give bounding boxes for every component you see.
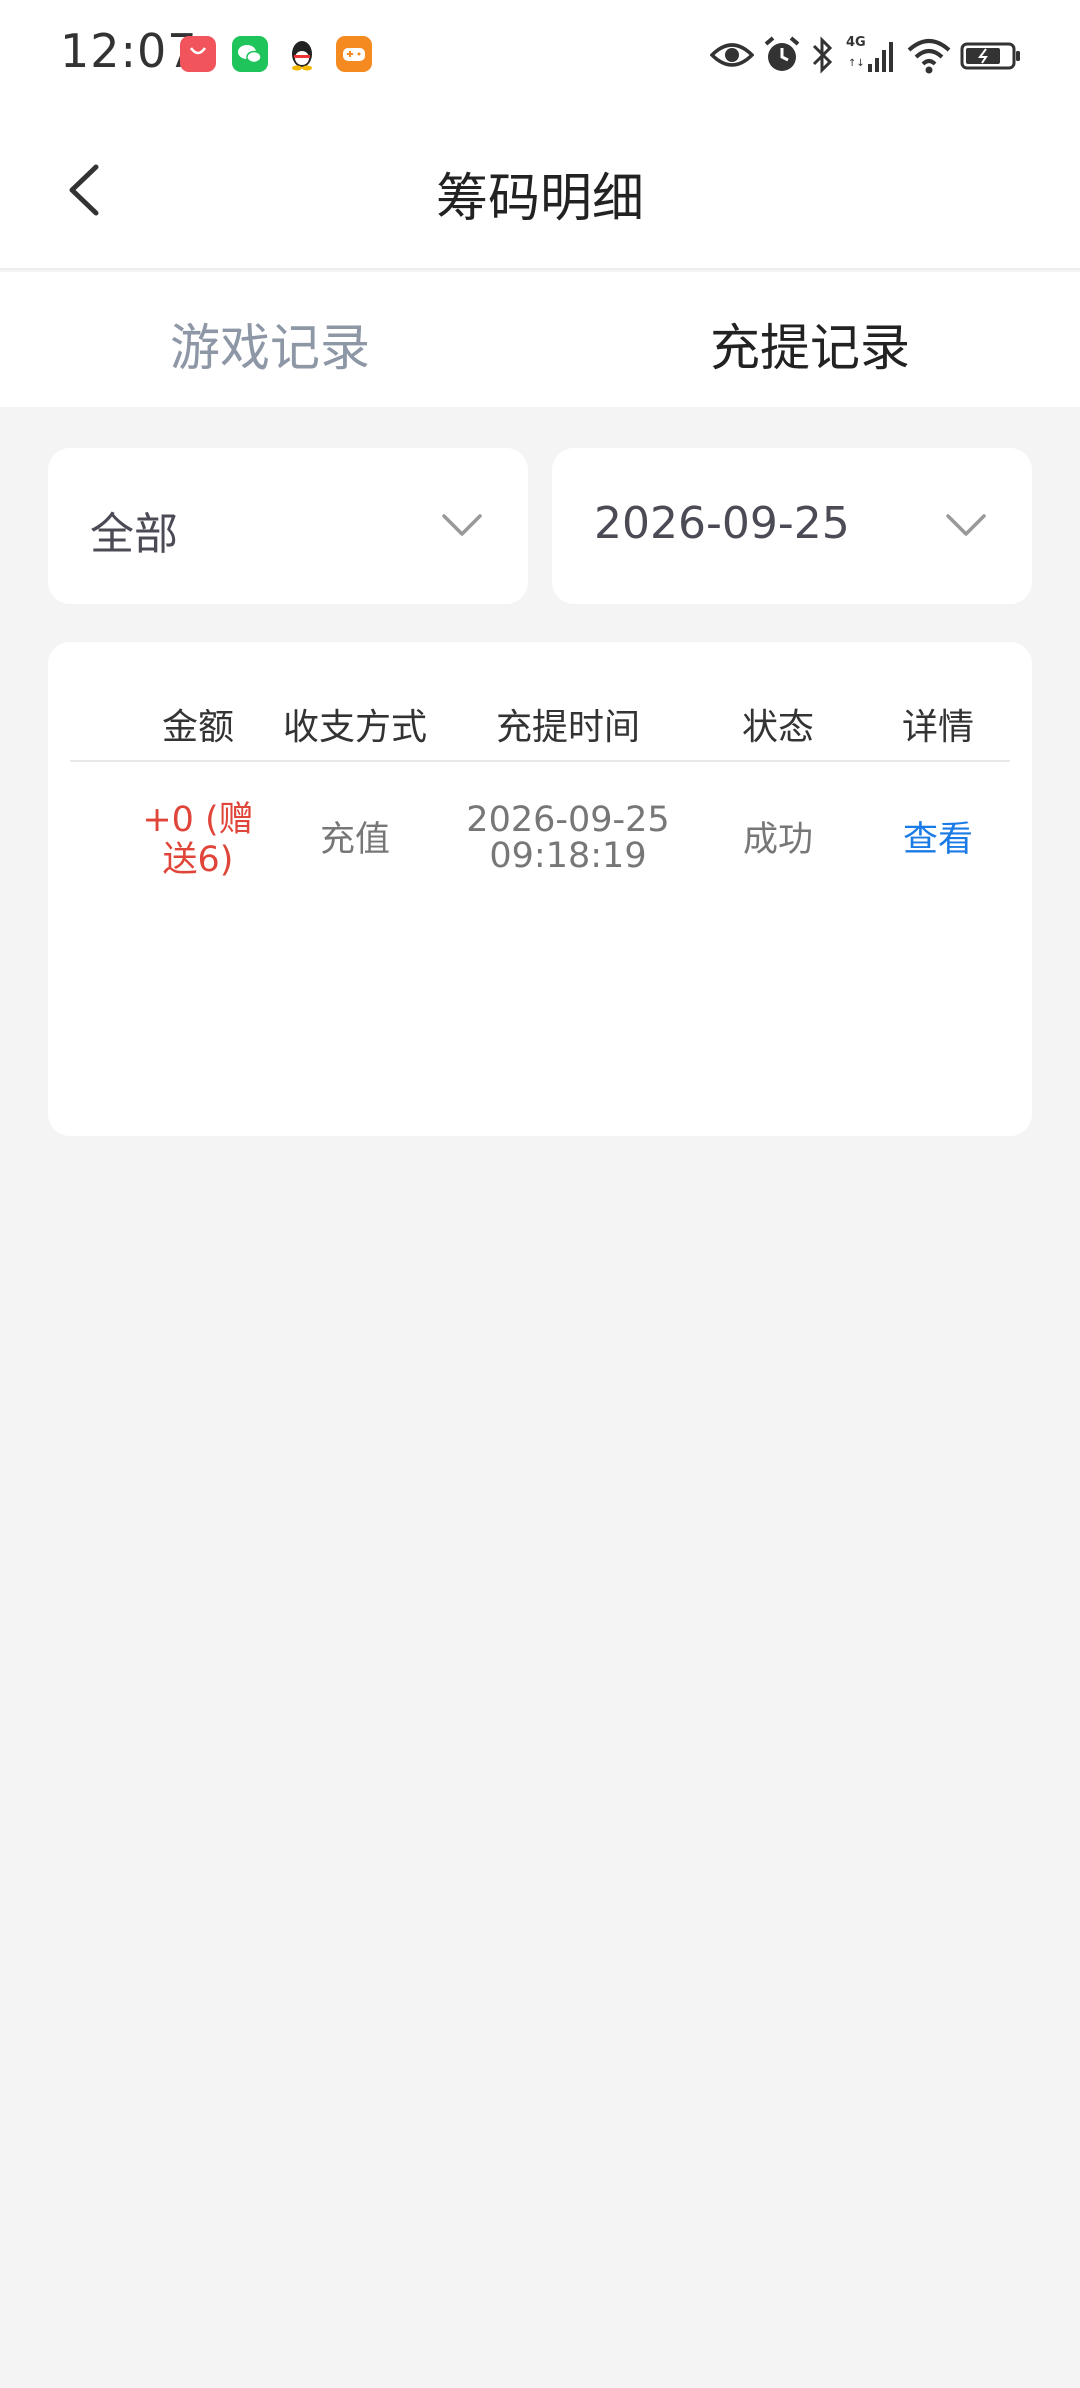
- column-header-status: 状态: [741, 707, 814, 748]
- table-divider: [70, 760, 1010, 762]
- svg-text:↑↓: ↑↓: [848, 58, 865, 69]
- time-cell: 2026-09-25 09:18:19: [418, 802, 718, 874]
- tab-deposit-withdraw-records[interactable]: 充提记录: [540, 308, 1080, 380]
- battery-icon: [960, 42, 1020, 70]
- chevron-down-icon: [442, 514, 482, 536]
- bluetooth-icon: [812, 36, 833, 74]
- time-date: 2026-09-25: [466, 800, 670, 840]
- game-icon: [336, 36, 372, 72]
- alarm-icon: [764, 36, 800, 71]
- status-bar: 12:07 4G ↑↓: [0, 0, 1080, 110]
- status-cell: 成功: [742, 820, 813, 860]
- qq-icon: [284, 36, 320, 72]
- wifi-icon: [907, 39, 951, 74]
- date-filter-dropdown[interactable]: 2026-09-25: [552, 448, 1032, 604]
- tab-game-records[interactable]: 游戏记录: [0, 308, 540, 380]
- eye-icon: [710, 43, 754, 67]
- type-filter-dropdown[interactable]: 全部: [48, 448, 528, 604]
- type-filter-value: 全部: [90, 509, 178, 560]
- chevron-down-icon: [946, 514, 986, 536]
- time-clock: 09:18:19: [489, 836, 647, 876]
- svg-text:4G: 4G: [846, 35, 866, 50]
- header-bar: 筹码明细: [0, 110, 1080, 270]
- column-header-time: 充提时间: [495, 707, 640, 748]
- wechat-icon: [232, 36, 268, 72]
- column-header-detail: 详情: [901, 707, 974, 748]
- 4g-signal-icon: 4G ↑↓: [846, 35, 893, 72]
- shopping-bag-icon: [180, 36, 216, 72]
- status-time: 12:07: [60, 24, 198, 78]
- view-detail-link[interactable]: 查看: [863, 820, 1013, 860]
- date-filter-value: 2026-09-25: [594, 498, 850, 549]
- tab-bar: 游戏记录 充提记录: [0, 272, 1080, 407]
- records-table: 金额 收支方式 充提时间 状态 详情 +0 (赠 送6) 充值 2026-09-…: [48, 642, 1032, 1136]
- page-title: 筹码明细: [435, 169, 644, 229]
